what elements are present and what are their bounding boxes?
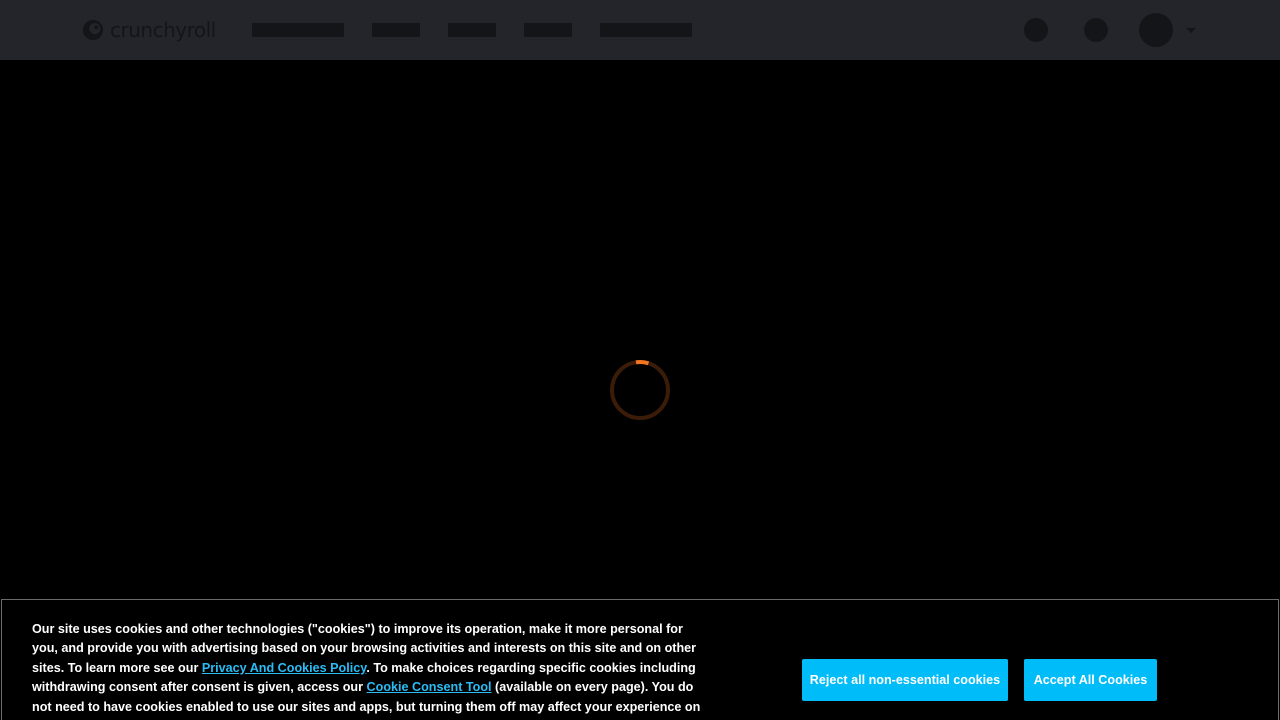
nav-item-4[interactable]: [524, 23, 572, 37]
bookmark-icon[interactable]: [1084, 18, 1108, 42]
cookie-consent-banner: Our site uses cookies and other technolo…: [1, 599, 1279, 720]
logo-text: crunchyroll: [110, 18, 216, 42]
crunchyroll-logo-icon: [82, 19, 104, 41]
nav-item-3[interactable]: [448, 23, 496, 37]
crunchyroll-logo[interactable]: crunchyroll: [82, 18, 216, 42]
top-navigation-bar: crunchyroll: [0, 0, 1280, 60]
reject-cookies-button[interactable]: Reject all non-essential cookies: [802, 659, 1008, 701]
privacy-policy-link[interactable]: Privacy And Cookies Policy: [202, 661, 366, 675]
cookie-consent-tool-link[interactable]: Cookie Consent Tool: [367, 680, 492, 694]
accept-cookies-button[interactable]: Accept All Cookies: [1024, 659, 1157, 701]
nav-item-5[interactable]: [600, 23, 692, 37]
cookie-notice-text: Our site uses cookies and other technolo…: [32, 620, 712, 720]
avatar[interactable]: [1139, 13, 1173, 47]
nav-item-2[interactable]: [372, 23, 420, 37]
nav-item-1[interactable]: [252, 23, 344, 37]
search-icon[interactable]: [1024, 18, 1048, 42]
chevron-down-icon[interactable]: [1186, 28, 1196, 33]
loading-spinner-icon: [610, 360, 670, 420]
